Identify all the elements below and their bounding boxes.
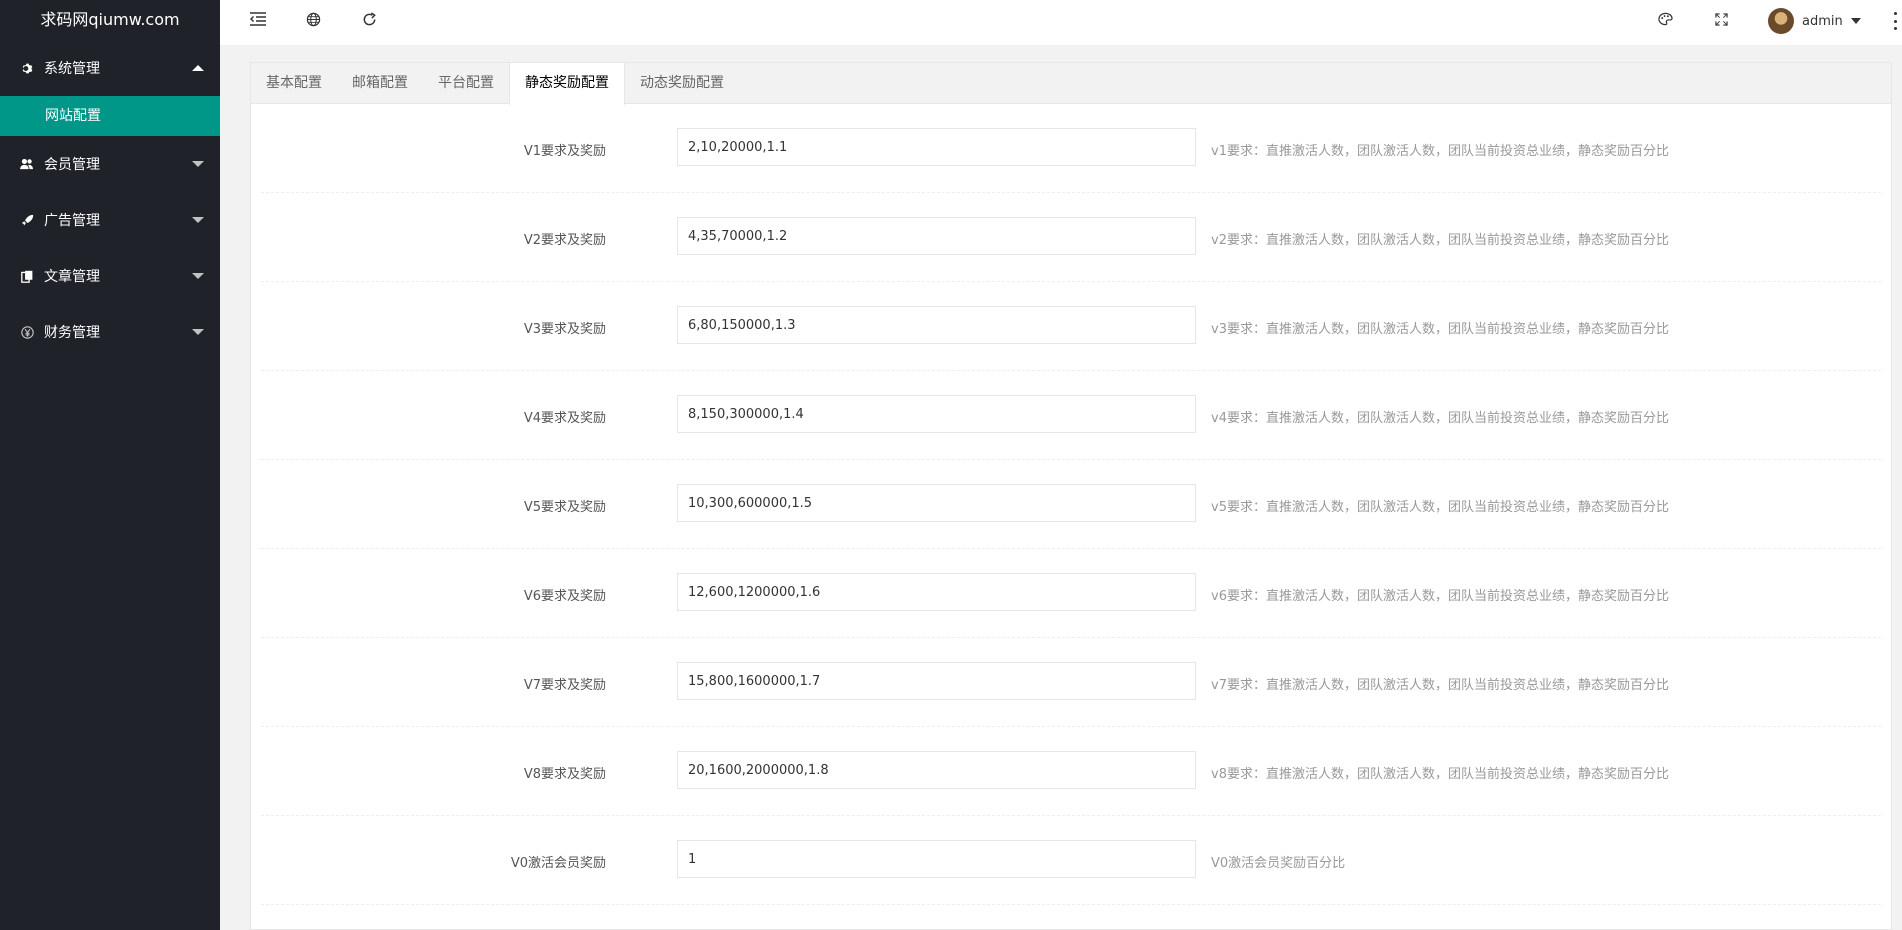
form-row-v2: V2要求及奖励 v2要求：直推激活人数，团队激活人数，团队当前投资总业绩，静态奖… — [261, 193, 1881, 282]
static-reward-form: V1要求及奖励 v1要求：直推激活人数，团队激活人数，团队当前投资总业绩，静态奖… — [251, 104, 1891, 905]
sidebar-item-members[interactable]: 会员管理 — [0, 136, 220, 192]
field-hint: v6要求：直推激活人数，团队激活人数，团队当前投资总业绩，静态奖励百分比 — [1211, 589, 1669, 604]
user-menu[interactable]: admin — [1768, 0, 1861, 42]
more-icon[interactable] — [1890, 12, 1900, 30]
field-hint: v3要求：直推激活人数，团队激活人数，团队当前投资总业绩，静态奖励百分比 — [1211, 322, 1669, 337]
field-hint: V0激活会员奖励百分比 — [1211, 856, 1346, 871]
chevron-up-icon — [192, 65, 204, 71]
sidebar-item-system[interactable]: 系统管理 — [0, 40, 220, 96]
fullscreen-button[interactable] — [1701, 0, 1741, 42]
theme-icon — [1657, 12, 1673, 30]
v3-reward-input[interactable] — [677, 306, 1196, 344]
field-hint: v7要求：直推激活人数，团队激活人数，团队当前投资总业绩，静态奖励百分比 — [1211, 678, 1669, 693]
form-row-v5: V5要求及奖励 v5要求：直推激活人数，团队激活人数，团队当前投资总业绩，静态奖… — [261, 460, 1881, 549]
field-label: V7要求及奖励 — [523, 678, 606, 693]
field-label: V8要求及奖励 — [523, 767, 606, 782]
top-header: admin — [220, 0, 1902, 46]
menu-collapse-button[interactable] — [238, 0, 278, 42]
form-row-v1: V1要求及奖励 v1要求：直推激活人数，团队激活人数，团队当前投资总业绩，静态奖… — [261, 104, 1881, 193]
main-card: 基本配置 邮箱配置 平台配置 静态奖励配置 动态奖励配置 V1要求及奖励 v1要… — [250, 62, 1892, 930]
yen-icon — [20, 325, 34, 339]
v6-reward-input[interactable] — [677, 573, 1196, 611]
sidebar-item-ads[interactable]: 广告管理 — [0, 192, 220, 248]
tab-email-config[interactable]: 邮箱配置 — [337, 63, 423, 103]
field-hint: v8要求：直推激活人数，团队激活人数，团队当前投资总业绩，静态奖励百分比 — [1211, 767, 1669, 782]
field-hint: v1要求：直推激活人数，团队激活人数，团队当前投资总业绩，静态奖励百分比 — [1211, 144, 1669, 159]
tab-platform-config[interactable]: 平台配置 — [423, 63, 509, 103]
field-label: V3要求及奖励 — [523, 322, 606, 337]
tab-dynamic-reward-config[interactable]: 动态奖励配置 — [625, 63, 739, 103]
field-label: V6要求及奖励 — [523, 589, 606, 604]
sidebar: 求码网qiumw.com 系统管理 网站配置 会员管理 广告管理 文章管理 财务… — [0, 0, 220, 930]
form-row-v3: V3要求及奖励 v3要求：直推激活人数，团队激活人数，团队当前投资总业绩，静态奖… — [261, 282, 1881, 371]
website-button[interactable] — [293, 0, 333, 42]
config-tabs: 基本配置 邮箱配置 平台配置 静态奖励配置 动态奖励配置 — [251, 63, 1891, 105]
avatar — [1768, 8, 1794, 34]
refresh-button[interactable] — [349, 0, 389, 42]
chevron-down-icon — [192, 273, 204, 279]
form-row-v6: V6要求及奖励 v6要求：直推激活人数，团队激活人数，团队当前投资总业绩，静态奖… — [261, 549, 1881, 638]
field-label: V1要求及奖励 — [523, 144, 606, 159]
v2-reward-input[interactable] — [677, 217, 1196, 255]
rocket-icon — [20, 213, 34, 227]
username: admin — [1802, 13, 1843, 29]
chevron-down-icon — [192, 161, 204, 167]
theme-button[interactable] — [1645, 0, 1685, 42]
v5-reward-input[interactable] — [677, 484, 1196, 522]
v8-reward-input[interactable] — [677, 751, 1196, 789]
field-hint: v2要求：直推激活人数，团队激活人数，团队当前投资总业绩，静态奖励百分比 — [1211, 233, 1669, 248]
v1-reward-input[interactable] — [677, 128, 1196, 166]
users-icon — [20, 157, 34, 171]
tab-basic-config[interactable]: 基本配置 — [251, 63, 337, 103]
app-logo[interactable]: 求码网qiumw.com — [0, 0, 220, 40]
field-label: V2要求及奖励 — [523, 233, 606, 248]
chevron-down-icon — [192, 329, 204, 335]
field-label: V5要求及奖励 — [523, 500, 606, 515]
sidebar-item-label: 文章管理 — [44, 269, 100, 285]
tab-static-reward-config[interactable]: 静态奖励配置 — [509, 63, 625, 105]
form-row-v7: V7要求及奖励 v7要求：直推激活人数，团队激活人数，团队当前投资总业绩，静态奖… — [261, 638, 1881, 727]
sidebar-subitem-site-config[interactable]: 网站配置 — [0, 96, 220, 136]
sidebar-item-finance[interactable]: 财务管理 — [0, 304, 220, 360]
menu-collapse-icon — [249, 12, 266, 30]
form-row-v8: V8要求及奖励 v8要求：直推激活人数，团队激活人数，团队当前投资总业绩，静态奖… — [261, 727, 1881, 816]
sidebar-item-label: 系统管理 — [44, 61, 100, 77]
gear-icon — [20, 61, 34, 75]
v4-reward-input[interactable] — [677, 395, 1196, 433]
sidebar-item-label: 财务管理 — [44, 325, 100, 341]
v7-reward-input[interactable] — [677, 662, 1196, 700]
field-hint: v4要求：直推激活人数，团队激活人数，团队当前投资总业绩，静态奖励百分比 — [1211, 411, 1669, 426]
field-hint: v5要求：直推激活人数，团队激活人数，团队当前投资总业绩，静态奖励百分比 — [1211, 500, 1669, 515]
chevron-down-icon — [1850, 18, 1861, 24]
field-label: V4要求及奖励 — [523, 411, 606, 426]
form-row-v4: V4要求及奖励 v4要求：直推激活人数，团队激活人数，团队当前投资总业绩，静态奖… — [261, 371, 1881, 460]
globe-icon — [306, 12, 321, 31]
fullscreen-icon — [1714, 12, 1728, 30]
sidebar-item-articles[interactable]: 文章管理 — [0, 248, 220, 304]
form-row-v0: V0激活会员奖励 V0激活会员奖励百分比 — [261, 816, 1881, 905]
chevron-down-icon — [192, 217, 204, 223]
refresh-icon — [362, 11, 377, 31]
document-icon — [20, 269, 34, 283]
field-label: V0激活会员奖励 — [510, 856, 606, 871]
nav-group-system: 系统管理 网站配置 — [0, 40, 220, 136]
v0-activation-reward-input[interactable] — [677, 840, 1196, 878]
sidebar-item-label: 广告管理 — [44, 213, 100, 229]
sidebar-item-label: 会员管理 — [44, 157, 100, 173]
